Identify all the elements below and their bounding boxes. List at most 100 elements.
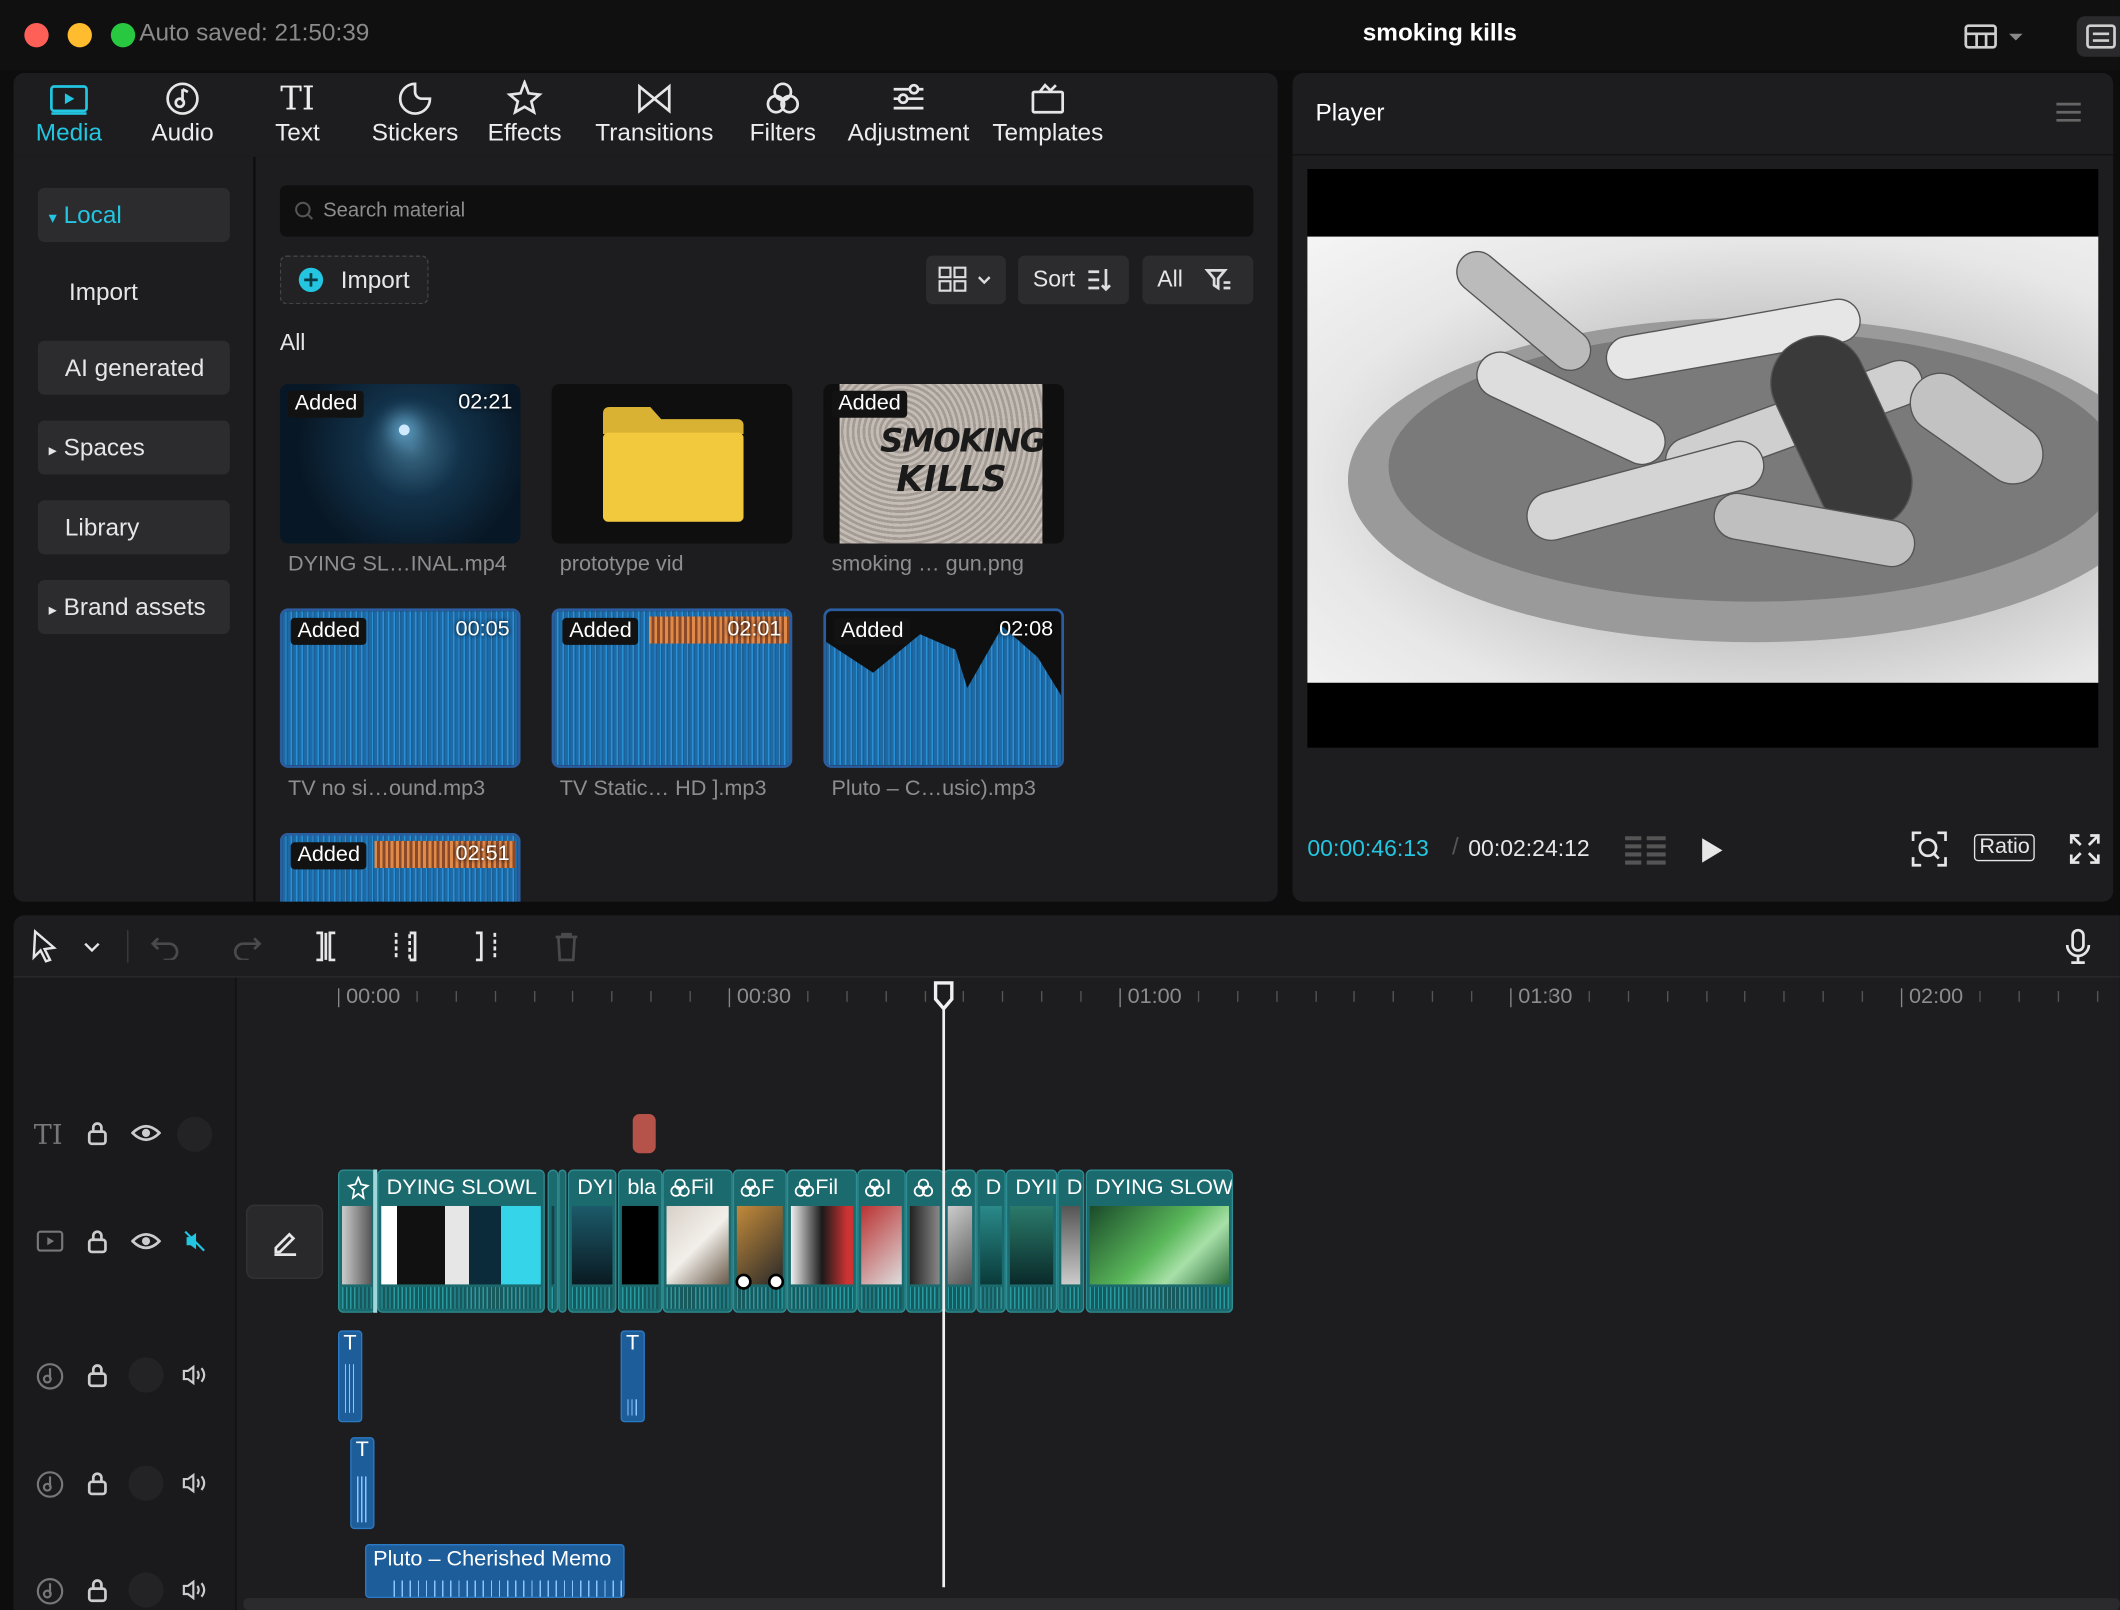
zoom-window-button[interactable] [110, 22, 136, 48]
redo-icon[interactable] [230, 933, 262, 960]
image-art-text: KILLS [896, 459, 1007, 501]
tab-media[interactable]: Media [24, 78, 113, 156]
undo-icon[interactable] [150, 933, 182, 960]
ruler-tick [611, 991, 613, 1002]
shortcuts-icon[interactable] [2076, 16, 2120, 57]
search-input[interactable]: Search material [279, 185, 1254, 237]
video-clip[interactable] [338, 1169, 376, 1313]
timeline-marker[interactable] [632, 1114, 656, 1154]
video-clip[interactable]: DYII [1005, 1169, 1058, 1313]
sidebar-item-ai-generated[interactable]: AI generated [37, 340, 230, 395]
media-item-folder[interactable] [551, 383, 793, 544]
media-item-audio[interactable]: Added 02:01 [551, 608, 793, 768]
mute-icon[interactable] [183, 1229, 207, 1253]
zoom-preview-icon[interactable] [1910, 830, 1948, 868]
sidebar-item-label: Local [63, 201, 122, 229]
trim-right-icon[interactable] [470, 930, 500, 962]
media-caption: TV Static… HD ].mp3 [559, 777, 767, 801]
ruler-tick [1041, 991, 1043, 1002]
video-clip[interactable] [558, 1169, 567, 1313]
lock-icon[interactable] [85, 1119, 109, 1146]
video-clip[interactable]: I [857, 1169, 906, 1313]
view-mode-button[interactable] [926, 255, 1006, 305]
sidebar-item-spaces[interactable]: ▸ Spaces [37, 420, 230, 475]
close-window-button[interactable] [24, 22, 49, 48]
ruler-tick [338, 988, 340, 1008]
tab-filters[interactable]: Filters [738, 78, 827, 156]
timeline-scrollbar[interactable] [243, 1598, 2120, 1610]
video-preview[interactable] [1307, 169, 2099, 748]
microphone-icon[interactable] [2063, 927, 2093, 965]
clip-label: F [761, 1176, 775, 1200]
ashtray-picture [1348, 250, 2099, 643]
video-clip[interactable]: bla [617, 1169, 663, 1313]
video-clip[interactable]: Fil [786, 1169, 858, 1313]
keyframe-marker[interactable] [735, 1273, 752, 1290]
media-item-audio[interactable]: Added 02:08 [823, 608, 1065, 768]
video-clip[interactable] [547, 1169, 559, 1313]
lock-icon[interactable] [85, 1576, 109, 1603]
video-clip[interactable]: DYING SLOW [1085, 1169, 1234, 1313]
sort-button[interactable]: Sort [1018, 255, 1129, 305]
tab-stickers[interactable]: Stickers [361, 78, 469, 156]
media-item-image[interactable]: SMOKING KILLS Added [823, 383, 1065, 544]
ruler-tick [1353, 991, 1356, 1002]
sidebar-item-brand-assets[interactable]: ▸ Brand assets [37, 580, 230, 635]
volume-icon[interactable] [181, 1363, 208, 1387]
media-item-audio[interactable]: Added 02:51 [279, 832, 521, 902]
video-clip[interactable]: DYI [567, 1169, 617, 1313]
trim-left-icon[interactable] [391, 930, 421, 962]
tab-effects[interactable]: Effects [480, 78, 569, 156]
lock-icon[interactable] [85, 1361, 109, 1388]
keyframe-marker[interactable] [767, 1273, 785, 1290]
ruler-tick [416, 991, 418, 1002]
sidebar-item-library[interactable]: Library [37, 500, 230, 555]
lock-icon[interactable] [85, 1470, 109, 1497]
filter-button[interactable]: All [1142, 255, 1254, 305]
tab-adjustment[interactable]: Adjustment [841, 78, 976, 156]
split-icon[interactable] [311, 930, 341, 962]
fullscreen-icon[interactable] [2069, 833, 2101, 865]
video-clip[interactable]: D [1057, 1169, 1085, 1313]
audio-clip[interactable]: T [620, 1330, 645, 1423]
eye-icon[interactable] [131, 1122, 161, 1144]
tab-templates[interactable]: Templates [987, 78, 1109, 156]
video-clip[interactable]: Fil [662, 1169, 733, 1313]
playhead-handle[interactable] [932, 980, 956, 1012]
added-badge: Added [290, 842, 367, 870]
ruler-tick [1783, 991, 1786, 1002]
sidebar-item-local[interactable]: ▾ Local [37, 187, 230, 243]
volume-icon[interactable] [181, 1471, 208, 1495]
project-title[interactable]: smoking kills [1217, 19, 1663, 47]
video-clip[interactable]: D [976, 1169, 1006, 1313]
tab-audio[interactable]: Audio [138, 78, 227, 156]
audio-clip[interactable]: T [350, 1437, 375, 1530]
tab-transitions[interactable]: Transitions [589, 78, 719, 156]
asset-tab-bar: Media Audio TI Text Stickers Effects Tra… [13, 73, 1278, 157]
delete-icon[interactable] [552, 930, 582, 962]
ruler-label: 00:30 [736, 985, 791, 1009]
audio-clip[interactable]: Pluto – Cherished Memo [365, 1543, 625, 1599]
video-clip[interactable] [905, 1169, 944, 1313]
video-clip[interactable]: DYING SLOWL [377, 1169, 545, 1313]
volume-icon[interactable] [181, 1578, 208, 1602]
minimize-window-button[interactable] [67, 22, 92, 48]
layout-icon[interactable] [1963, 22, 2028, 52]
select-tool-icon[interactable] [30, 928, 106, 964]
video-clip[interactable]: F [732, 1169, 787, 1313]
lock-icon[interactable] [85, 1228, 109, 1255]
cover-edit-button[interactable] [246, 1204, 324, 1279]
sidebar-item-import[interactable]: Import [38, 265, 230, 319]
video-clip[interactable] [943, 1169, 977, 1313]
eye-icon[interactable] [131, 1230, 161, 1252]
audio-clip[interactable]: T [338, 1330, 363, 1423]
media-item-audio[interactable]: Added 00:05 [279, 608, 521, 768]
menu-icon[interactable] [2054, 100, 2084, 124]
ruler-tick [1002, 991, 1004, 1002]
tab-text[interactable]: TI Text [253, 78, 342, 156]
play-icon[interactable] [1698, 836, 1725, 866]
ratio-button[interactable]: Ratio [1973, 834, 2036, 862]
import-button[interactable]: Import [279, 255, 429, 305]
timeline-frames-icon[interactable] [1622, 833, 1668, 868]
media-item-video[interactable]: Added 02:21 [279, 383, 521, 544]
